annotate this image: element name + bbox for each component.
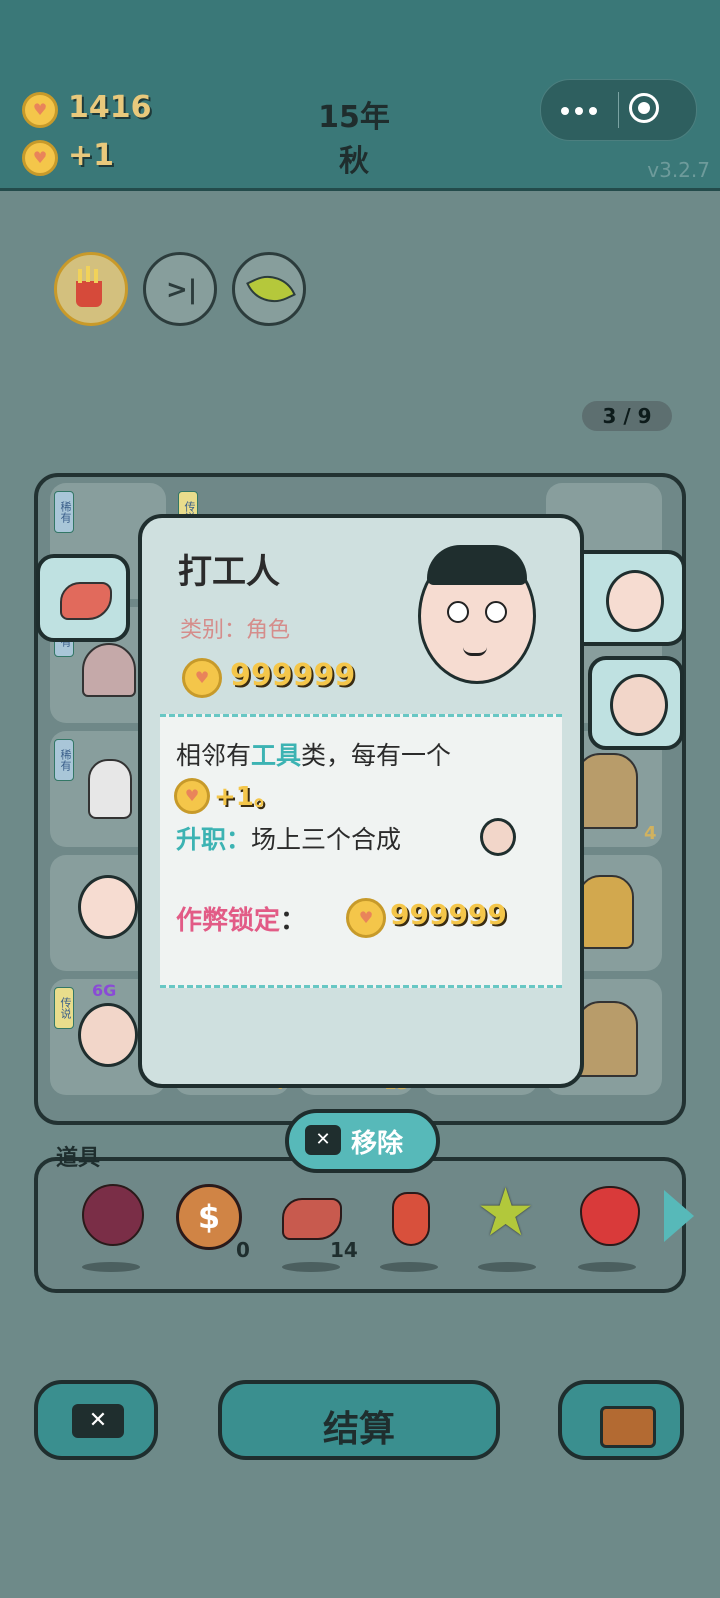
old-man-face-icon xyxy=(78,1003,138,1067)
cheat-label: 作弊锁定 xyxy=(176,906,281,936)
coin-icon: ♥ xyxy=(346,898,386,938)
tool-count: 14 xyxy=(330,1238,358,1262)
cheat-lock-line: 作弊锁定： xyxy=(176,900,306,937)
tools-label: 道具 xyxy=(56,1146,101,1171)
inventory-button[interactable] xyxy=(558,1380,684,1460)
close-icon: ✕ xyxy=(305,1125,341,1155)
coin-icon: ♥ xyxy=(22,92,58,128)
cheat-colon: ： xyxy=(280,906,307,936)
worker-face-icon xyxy=(78,875,138,939)
fries-boost-icon[interactable] xyxy=(54,252,128,326)
item-price: 999999 xyxy=(230,658,356,693)
season-label: 秋 xyxy=(339,144,369,179)
star-fruit-icon[interactable]: ★ xyxy=(476,1180,535,1246)
rarity-tag: 稀有 xyxy=(54,491,74,533)
close-icon: ✕ xyxy=(72,1404,124,1438)
close-target-icon[interactable] xyxy=(629,93,659,123)
more-icon-dot xyxy=(589,107,597,115)
mini-program-capsule xyxy=(540,79,697,141)
lychee-icon[interactable] xyxy=(82,1184,144,1246)
tool-count: 0 xyxy=(236,1238,250,1262)
character-tab-boss[interactable] xyxy=(588,656,684,750)
coin-icon: ♥ xyxy=(22,140,58,176)
item-name: 打工人 xyxy=(178,552,280,592)
settle-label: 结算 xyxy=(322,1409,395,1450)
cup-icon xyxy=(576,1001,638,1077)
more-icon[interactable] xyxy=(561,107,569,115)
promote-line: 升职：场上三个合成 xyxy=(176,820,401,856)
promote-label: 升职： xyxy=(176,825,252,854)
cancel-button[interactable]: ✕ xyxy=(34,1380,158,1460)
desc-keyword: 工具 xyxy=(251,741,302,770)
rarity-tag: 传说 xyxy=(54,987,74,1029)
chili-icon[interactable] xyxy=(392,1192,430,1246)
more-icon-dot xyxy=(575,107,583,115)
item-tab[interactable] xyxy=(36,554,130,642)
level-badge: 6G xyxy=(92,981,117,1000)
rabbit-icon xyxy=(88,759,132,819)
bag-icon xyxy=(82,643,136,697)
promote-text: 场上三个合成 xyxy=(251,825,402,854)
briefcase-icon xyxy=(600,1406,656,1448)
worker-portrait-icon xyxy=(418,545,536,684)
coin-count: 1416 xyxy=(68,90,152,125)
rarity-tag: 稀有 xyxy=(54,739,74,781)
coin-icon: ♥ xyxy=(182,658,222,698)
cat-icon xyxy=(578,875,634,949)
liver-icon[interactable] xyxy=(282,1198,342,1240)
leaf-boost-icon[interactable] xyxy=(232,252,306,326)
scroll-right-icon[interactable] xyxy=(664,1190,694,1242)
character-tab-worker[interactable] xyxy=(578,550,686,646)
desc-text: 类，每有一个 xyxy=(301,741,452,770)
year-label: 15年 xyxy=(318,100,390,135)
old-man-face-icon xyxy=(480,818,516,856)
remove-button[interactable]: ✕ 移除 xyxy=(285,1109,440,1173)
coin-icon: ♥ xyxy=(174,778,210,814)
income-value: +1 xyxy=(68,138,115,173)
page-indicator: 3 / 9 xyxy=(582,401,672,431)
settle-button[interactable]: 结算 xyxy=(218,1380,500,1460)
description-line: 相邻有工具类，每有一个 xyxy=(176,736,451,772)
cup-icon xyxy=(576,753,638,829)
skip-boost-icon[interactable]: >| xyxy=(143,252,217,326)
item-category: 类别：角色 xyxy=(180,618,291,643)
cell-count: 4 xyxy=(644,823,657,844)
capsule-divider xyxy=(618,92,619,128)
desc-income: +1。 xyxy=(214,782,280,812)
worker-face-icon xyxy=(606,570,664,632)
desc-text: 相邻有 xyxy=(176,741,252,770)
old-man-face-icon xyxy=(610,674,668,736)
version-label: v3.2.7 xyxy=(647,158,710,182)
cheat-price[interactable]: 999999 xyxy=(390,898,507,931)
remove-label: 移除 xyxy=(351,1129,404,1159)
liver-icon xyxy=(60,582,112,620)
coin-dollar-icon[interactable]: $ xyxy=(176,1184,242,1250)
